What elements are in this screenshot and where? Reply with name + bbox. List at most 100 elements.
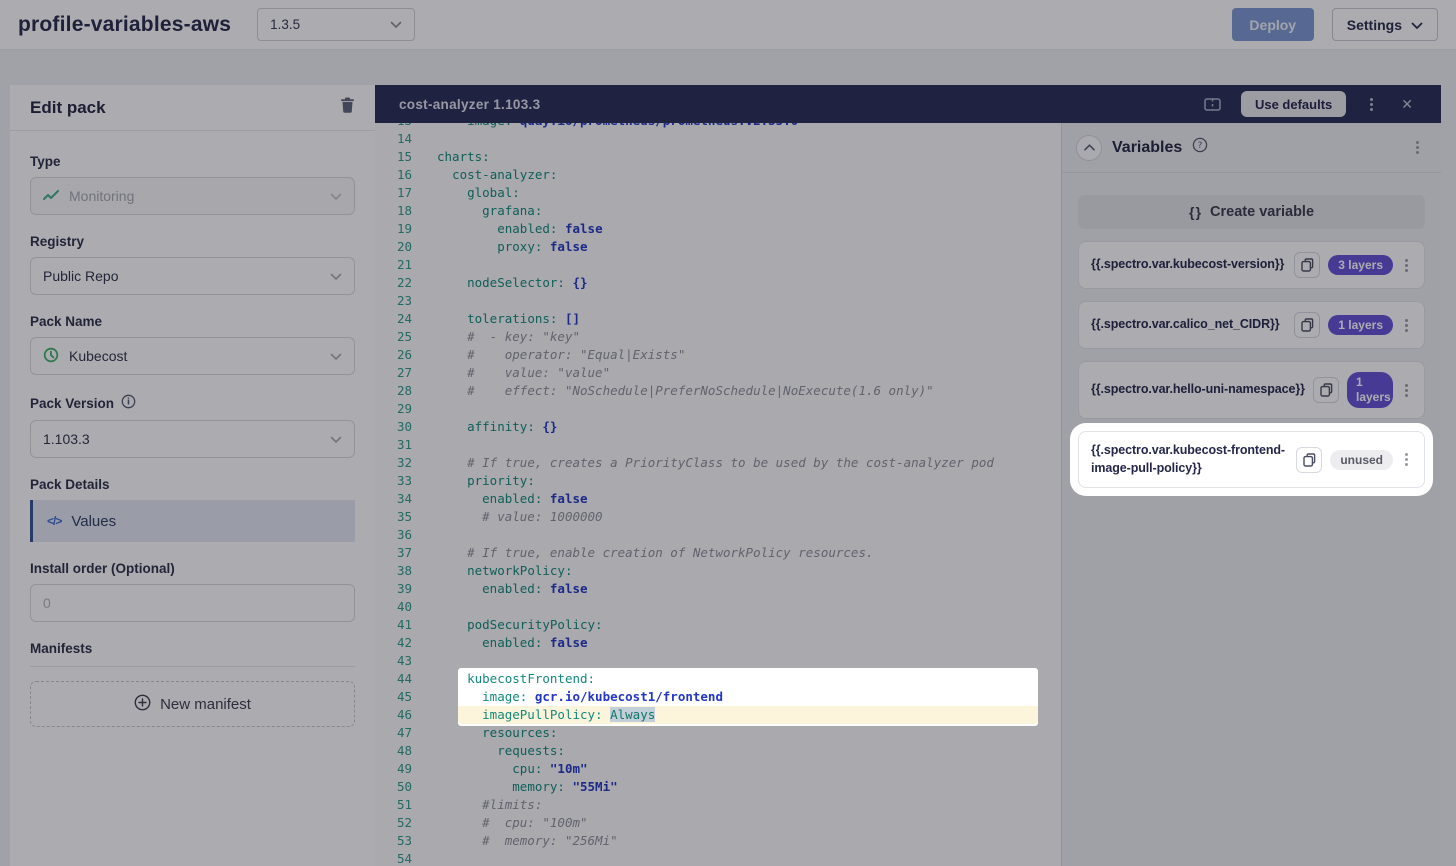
pack-details-values-item[interactable]: </> Values <box>30 500 355 542</box>
install-order-label: Install order (Optional) <box>30 561 355 576</box>
values-label: Values <box>71 513 116 530</box>
line-number: 46 <box>375 706 437 724</box>
info-icon[interactable]: i <box>121 394 136 412</box>
pack-name-select[interactable]: Kubecost <box>30 337 355 375</box>
close-icon[interactable]: ✕ <box>1397 93 1417 115</box>
line-number: 44 <box>375 670 437 688</box>
line-number: 34 <box>375 490 437 508</box>
kebab-menu-icon[interactable] <box>1405 458 1408 461</box>
variable-card[interactable]: {{.spectro.var.hello-uni-namespace}} 1 l… <box>1078 361 1425 419</box>
install-order-input[interactable] <box>43 595 342 611</box>
variable-name: {{.spectro.var.calico_net_CIDR}} <box>1091 316 1286 334</box>
variables-panel-header: Variables ? <box>1062 123 1441 173</box>
svg-text:i: i <box>127 398 130 408</box>
line-number: 31 <box>375 436 437 454</box>
kubecost-pack-icon <box>43 347 59 366</box>
code-line-45[interactable]: 45 image: gcr.io/kubecost1/frontend <box>375 688 1441 706</box>
line-number: 19 <box>375 220 437 238</box>
line-number: 53 <box>375 832 437 850</box>
line-number: 24 <box>375 310 437 328</box>
help-icon[interactable]: ? <box>1192 137 1208 158</box>
kebab-menu-icon[interactable] <box>1408 142 1427 153</box>
line-number: 18 <box>375 202 437 220</box>
page-title: profile-variables-aws <box>18 13 231 37</box>
line-number: 47 <box>375 724 437 742</box>
kebab-menu-icon[interactable] <box>1405 324 1408 327</box>
type-value: Monitoring <box>69 188 134 204</box>
line-number: 50 <box>375 778 437 796</box>
line-number: 35 <box>375 508 437 526</box>
variable-name: {{.spectro.var.hello-uni-namespace}} <box>1091 381 1305 399</box>
code-icon: </> <box>47 514 61 528</box>
copy-icon[interactable] <box>1313 377 1339 403</box>
editor-title: cost-analyzer 1.103.3 <box>399 97 540 112</box>
divider <box>30 666 355 667</box>
line-number: 22 <box>375 274 437 292</box>
line-number: 38 <box>375 562 437 580</box>
new-manifest-label: New manifest <box>160 696 251 713</box>
variable-card[interactable]: {{.spectro.var.kubecost-version}} 3 laye… <box>1078 241 1425 289</box>
type-label: Type <box>30 154 355 169</box>
line-number: 25 <box>375 328 437 346</box>
variable-usage-badge: 1 layers <box>1347 372 1393 408</box>
variables-list: {{.spectro.var.kubecost-version}} 3 laye… <box>1078 241 1425 488</box>
pack-version-value: 1.103.3 <box>43 431 90 447</box>
create-variable-button[interactable]: { } Create variable <box>1078 195 1425 229</box>
chevron-down-icon <box>1411 17 1423 33</box>
chevron-down-icon <box>330 431 342 447</box>
line-number: 54 <box>375 850 437 866</box>
pack-version-select[interactable]: 1.103.3 <box>30 420 355 458</box>
line-number: 15 <box>375 148 437 166</box>
settings-label: Settings <box>1347 17 1402 33</box>
line-number: 39 <box>375 580 437 598</box>
braces-icon: { } <box>1189 204 1201 220</box>
kebab-menu-icon[interactable] <box>1405 264 1408 267</box>
copy-icon[interactable] <box>1294 252 1320 278</box>
type-select[interactable]: Monitoring <box>30 177 355 215</box>
code-line-46[interactable]: 46 imagePullPolicy: Always <box>375 706 1441 724</box>
line-number: 33 <box>375 472 437 490</box>
line-text: kubecostFrontend: <box>437 670 1441 688</box>
variable-usage-badge: unused <box>1330 450 1393 470</box>
use-defaults-button[interactable]: Use defaults <box>1241 91 1346 117</box>
new-manifest-button[interactable]: New manifest <box>30 681 355 727</box>
variable-card[interactable]: {{.spectro.var.calico_net_CIDR}} 1 layer… <box>1078 301 1425 349</box>
copy-icon[interactable] <box>1294 312 1320 338</box>
line-number: 40 <box>375 598 437 616</box>
trash-icon[interactable] <box>340 97 355 118</box>
line-number: 21 <box>375 256 437 274</box>
editor-header: cost-analyzer 1.103.3 Use defaults ✕ <box>375 85 1441 123</box>
kebab-menu-icon[interactable] <box>1362 99 1381 110</box>
svg-text:?: ? <box>1198 141 1203 151</box>
line-number: 49 <box>375 760 437 778</box>
variable-name: {{.spectro.var.kubecost-version}} <box>1091 256 1286 274</box>
line-number: 26 <box>375 346 437 364</box>
split-view-icon[interactable] <box>1200 93 1225 116</box>
line-number: 42 <box>375 634 437 652</box>
line-number: 51 <box>375 796 437 814</box>
line-number: 27 <box>375 364 437 382</box>
settings-button[interactable]: Settings <box>1332 8 1438 41</box>
line-number: 23 <box>375 292 437 310</box>
line-number: 29 <box>375 400 437 418</box>
profile-version-select[interactable]: 1.3.5 <box>257 8 415 41</box>
chevron-up-icon[interactable] <box>1076 135 1102 161</box>
registry-select[interactable]: Public Repo <box>30 257 355 295</box>
code-line-44[interactable]: 44 kubecostFrontend: <box>375 670 1441 688</box>
pack-name-value: Kubecost <box>69 348 127 364</box>
line-number: 52 <box>375 814 437 832</box>
line-number: 32 <box>375 454 437 472</box>
chevron-down-icon <box>330 348 342 364</box>
variable-card[interactable]: {{.spectro.var.kubecost-frontend-image-p… <box>1078 431 1425 488</box>
line-text: image: gcr.io/kubecost1/frontend <box>437 688 1441 706</box>
manifests-label: Manifests <box>30 641 355 656</box>
kebab-menu-icon[interactable] <box>1405 389 1408 392</box>
top-bar: profile-variables-aws 1.3.5 Deploy Setti… <box>0 0 1456 50</box>
monitoring-icon <box>43 188 59 204</box>
deploy-button[interactable]: Deploy <box>1232 8 1314 41</box>
copy-icon[interactable] <box>1296 447 1322 473</box>
line-text: imagePullPolicy: Always <box>437 706 1441 724</box>
create-variable-label: Create variable <box>1210 204 1314 220</box>
line-number: 36 <box>375 526 437 544</box>
line-number: 20 <box>375 238 437 256</box>
